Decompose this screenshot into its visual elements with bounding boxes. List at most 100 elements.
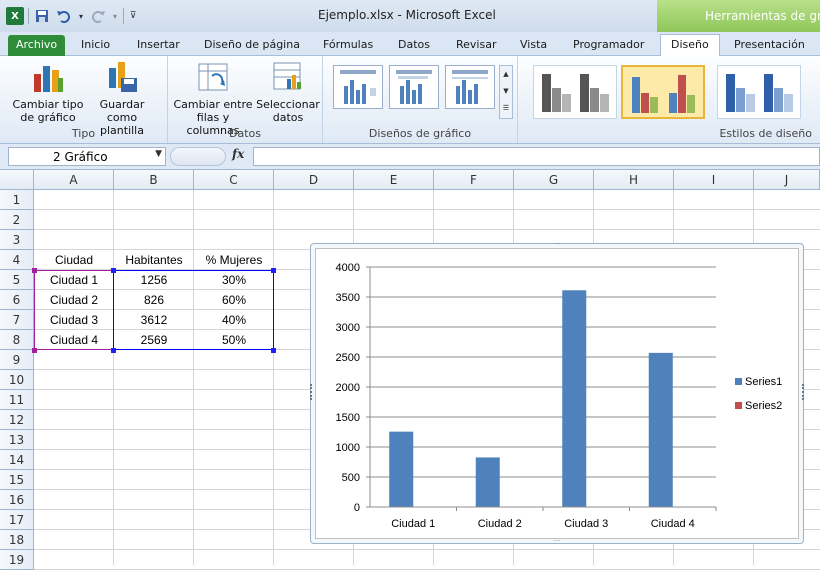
tab-vista[interactable]: Vista — [520, 35, 547, 56]
column-header[interactable]: A — [34, 170, 114, 190]
tab-revisar[interactable]: Revisar — [456, 35, 496, 56]
row-header[interactable]: 1 — [0, 190, 34, 210]
row-header[interactable]: 2 — [0, 210, 34, 230]
range-handle[interactable] — [32, 348, 37, 353]
row-header[interactable]: 9 — [0, 350, 34, 370]
tab-formulas[interactable]: Fórmulas — [323, 35, 373, 56]
column-header[interactable]: B — [114, 170, 194, 190]
bar-series1[interactable] — [562, 290, 586, 507]
range-handle[interactable] — [111, 348, 116, 353]
row-header[interactable]: 14 — [0, 450, 34, 470]
chart-object[interactable]: ···· ···· 050010001500200025003000350040… — [310, 243, 804, 544]
chart-style-blue[interactable] — [717, 65, 801, 119]
chart-style-colorful[interactable] — [621, 65, 705, 119]
grid-hline — [34, 209, 820, 210]
name-box[interactable]: 2 Gráfico ▼ — [8, 147, 166, 166]
save-as-template-button[interactable]: Guardar como plantilla — [84, 60, 160, 137]
row-header[interactable]: 16 — [0, 490, 34, 510]
ribbon: Cambiar tipo de gráfico Guardar como pla… — [0, 56, 820, 144]
select-data-button[interactable]: Seleccionar datos — [256, 60, 320, 124]
row-header[interactable]: 18 — [0, 530, 34, 550]
group-label-estilos: Estilos de diseño — [523, 127, 820, 140]
values-range-highlight — [113, 270, 274, 350]
chart-area[interactable]: 05001000150020002500300035004000Ciudad 1… — [315, 248, 799, 539]
column-header[interactable]: E — [354, 170, 434, 190]
undo-dropdown-icon[interactable]: ▾ — [77, 7, 85, 25]
formula-bar-resize-handle[interactable] — [170, 147, 226, 166]
bar-series1[interactable] — [476, 457, 500, 507]
group-tipo: Cambiar tipo de gráfico Guardar como pla… — [0, 56, 168, 143]
table-header-mujeres[interactable]: % Mujeres — [194, 250, 274, 270]
tab-programador[interactable]: Programador — [573, 35, 644, 56]
quick-access-toolbar: X ▾ ▾ ⊽ — [6, 7, 138, 25]
y-tick-label: 2500 — [336, 352, 360, 364]
column-header[interactable]: G — [514, 170, 594, 190]
chart-resize-handle-right[interactable] — [801, 384, 804, 400]
save-icon[interactable] — [33, 7, 51, 25]
select-all-corner[interactable] — [0, 170, 34, 190]
tab-archivo[interactable]: Archivo — [8, 35, 65, 56]
excel-logo-icon[interactable]: X — [6, 7, 24, 25]
range-handle[interactable] — [111, 268, 116, 273]
table-header-ciudad[interactable]: Ciudad — [34, 250, 114, 270]
row-header[interactable]: 17 — [0, 510, 34, 530]
column-header[interactable]: D — [274, 170, 354, 190]
chart-resize-handle-left[interactable] — [310, 384, 313, 400]
chart-layout-3[interactable] — [445, 65, 495, 109]
redo-dropdown-icon[interactable]: ▾ — [111, 7, 119, 25]
column-header[interactable]: J — [754, 170, 820, 190]
column-header[interactable]: I — [674, 170, 754, 190]
tab-diseno-pagina[interactable]: Diseño de página — [204, 35, 300, 56]
change-chart-type-button[interactable]: Cambiar tipo de gráfico — [12, 60, 84, 124]
row-header[interactable]: 11 — [0, 390, 34, 410]
tab-inicio[interactable]: Inicio — [81, 35, 110, 56]
chart-style-gray[interactable] — [533, 65, 617, 119]
group-chart-styles: Estilos de diseño — [523, 56, 820, 143]
table-header-habitantes[interactable]: Habitantes — [114, 250, 194, 270]
row-header[interactable]: 13 — [0, 430, 34, 450]
row-header[interactable]: 6 — [0, 290, 34, 310]
y-tick-label: 1000 — [336, 442, 360, 454]
chart-resize-handle-top[interactable]: ···· — [549, 243, 565, 247]
chart-layout-2[interactable] — [389, 65, 439, 109]
legend-swatch — [735, 402, 742, 409]
range-handle[interactable] — [271, 268, 276, 273]
column-header[interactable]: C — [194, 170, 274, 190]
bar-series1[interactable] — [389, 432, 413, 507]
y-tick-label: 500 — [342, 472, 360, 484]
redo-icon[interactable] — [89, 7, 107, 25]
grid-hline — [34, 229, 820, 230]
name-box-dropdown-icon[interactable]: ▼ — [155, 149, 162, 159]
chart-resize-handle-bottom[interactable]: ···· — [549, 540, 565, 544]
chart-layout-1[interactable] — [333, 65, 383, 109]
insert-function-icon[interactable]: fx — [232, 147, 244, 161]
range-handle[interactable] — [32, 268, 37, 273]
row-header[interactable]: 7 — [0, 310, 34, 330]
customize-toolbar-icon[interactable]: ⊽ — [128, 7, 138, 25]
layouts-scroll[interactable]: ▲▼☰ — [499, 65, 513, 119]
group-label-datos: Datos — [168, 127, 322, 140]
tab-insertar[interactable]: Insertar — [137, 35, 180, 56]
row-header[interactable]: 3 — [0, 230, 34, 250]
formula-input[interactable] — [253, 147, 820, 166]
undo-icon[interactable] — [55, 7, 73, 25]
row-header[interactable]: 8 — [0, 330, 34, 350]
column-chart[interactable]: 05001000150020002500300035004000Ciudad 1… — [316, 249, 800, 540]
row-header[interactable]: 5 — [0, 270, 34, 290]
row-header[interactable]: 12 — [0, 410, 34, 430]
tab-diseno[interactable]: Diseño — [660, 34, 720, 57]
column-header[interactable]: F — [434, 170, 514, 190]
row-header[interactable]: 19 — [0, 550, 34, 570]
switch-row-column-button[interactable]: Cambiar entre filas y columnas — [170, 60, 256, 137]
bar-series1[interactable] — [649, 353, 673, 507]
row-header[interactable]: 4 — [0, 250, 34, 270]
ribbon-tab-bar: Archivo Inicio Insertar Diseño de página… — [0, 32, 820, 56]
row-header[interactable]: 10 — [0, 370, 34, 390]
legend-label: Series1 — [745, 376, 782, 388]
tab-presentacion[interactable]: Presentación — [734, 35, 805, 56]
range-handle[interactable] — [271, 348, 276, 353]
row-header[interactable]: 15 — [0, 470, 34, 490]
category-range-highlight — [34, 270, 114, 350]
column-header[interactable]: H — [594, 170, 674, 190]
tab-datos[interactable]: Datos — [398, 35, 430, 56]
